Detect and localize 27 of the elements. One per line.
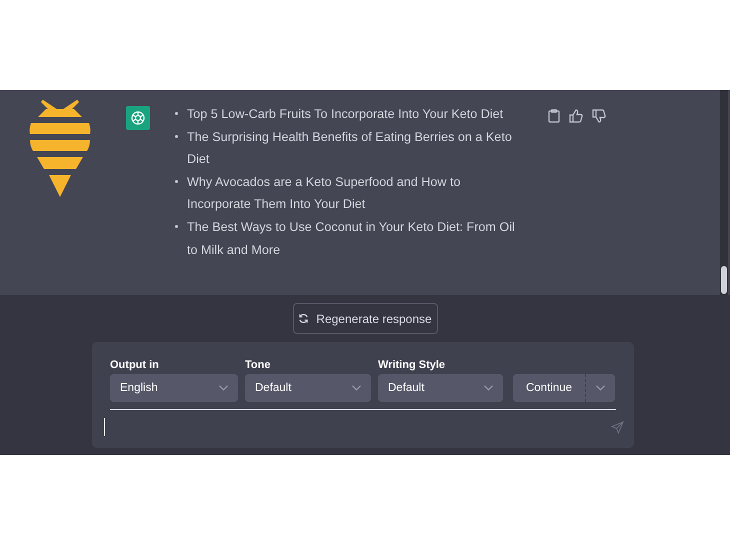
list-item: The Surprising Health Benefits of Eating Berries on a Keto Diet [187, 128, 513, 168]
option-label: Tone [245, 359, 272, 373]
option-label: Writing Style [378, 359, 446, 373]
thumbs-up-icon[interactable] [569, 109, 583, 123]
dropdown[interactable]: Default [378, 374, 503, 402]
list-item: Top 5 Low-Carb Fruits To Incorporate Into Your Keto Diet [187, 106, 504, 123]
chevron-down-icon [352, 385, 361, 391]
bee-logo-icon [28, 99, 92, 197]
scrollbar-thumb[interactable] [721, 266, 727, 294]
option-label: Output in [110, 359, 160, 373]
dropdown[interactable]: Default [245, 374, 371, 402]
bullet-icon [175, 180, 178, 183]
chevron-down-icon [484, 385, 493, 391]
dropdown[interactable]: English [110, 374, 238, 402]
copy-icon[interactable] [548, 109, 560, 123]
assistant-avatar-icon [126, 106, 150, 130]
refresh-icon [298, 313, 310, 324]
bullet-icon [175, 224, 178, 228]
bullet-icon [175, 134, 178, 138]
regenerate-button[interactable]: Regenerate response [292, 303, 438, 334]
chevron-down-icon [596, 385, 605, 391]
list-item: Why Avocados are a Keto Superfood and How to Incorporate Them Into Your Diet [187, 174, 462, 214]
bullet-icon [175, 112, 178, 115]
text-cursor [104, 418, 105, 436]
thumbs-down-icon[interactable] [592, 109, 606, 123]
list-item: The Best Ways to Use Coconut in Your Keto Diet: From Oil to Milk and More [187, 218, 516, 259]
chevron-down-icon [219, 385, 228, 391]
